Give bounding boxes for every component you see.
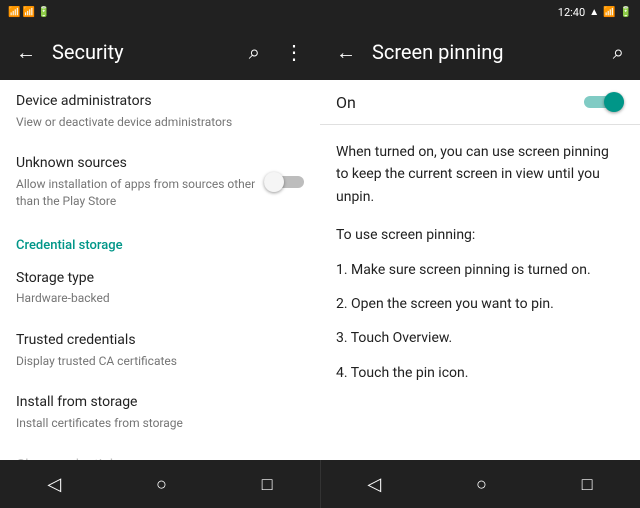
unknown-sources-toggle[interactable] (264, 172, 304, 192)
back-nav-button[interactable]: ◁ (23, 462, 85, 507)
toggle-thumb (604, 92, 624, 112)
trusted-credentials-subtitle: Display trusted CA certificates (16, 353, 304, 370)
storage-type-subtitle: Hardware-backed (16, 290, 304, 307)
back-button[interactable]: ← (8, 32, 44, 73)
screen-pinning-panel: ← Screen pinning ⌕ On When turned on, yo… (320, 24, 640, 460)
screen-pinning-step-1: 1. Make sure screen pinning is turned on… (336, 259, 624, 281)
home-nav-button-right[interactable]: ○ (452, 462, 511, 507)
screen-pinning-steps-label: To use screen pinning: (336, 224, 624, 246)
back-nav-button-right[interactable]: ◁ (343, 462, 405, 507)
status-time: 12:40 (558, 6, 585, 19)
device-administrators-item[interactable]: Device administrators View or deactivate… (0, 80, 320, 142)
storage-type-title: Storage type (16, 269, 304, 289)
signal-icon: 📶 (603, 7, 615, 18)
storage-type-item[interactable]: Storage type Hardware-backed (0, 257, 320, 319)
screen-pinning-back-button[interactable]: ← (328, 32, 364, 73)
screen-pinning-step-3: 3. Touch Overview. (336, 327, 624, 349)
install-from-storage-item[interactable]: Install from storage Install certificate… (0, 381, 320, 443)
screen-pinning-toolbar: ← Screen pinning ⌕ (320, 24, 640, 80)
trusted-credentials-title: Trusted credentials (16, 331, 304, 351)
screen-pinning-toggle-label: On (336, 93, 356, 112)
status-bar-left: 📶 📶 🔋 (0, 0, 320, 24)
home-nav-button[interactable]: ○ (132, 462, 191, 507)
nav-divider (320, 460, 321, 508)
credential-storage-header: Credential storage (0, 222, 320, 257)
credential-storage-label: Credential storage (16, 238, 123, 253)
security-title: Security (52, 40, 233, 64)
unknown-sources-title: Unknown sources (16, 154, 264, 174)
more-button[interactable]: ⋮ (276, 32, 312, 72)
security-toolbar: ← Security ⌕ ⋮ (0, 24, 320, 80)
screen-pinning-search-icon[interactable]: ⌕ (605, 32, 632, 72)
device-administrators-subtitle: View or deactivate device administrators (16, 114, 304, 131)
install-from-storage-title: Install from storage (16, 393, 304, 413)
status-bar-right: 12:40 ▲ 📶 🔋 (320, 0, 640, 24)
search-button[interactable]: ⌕ (241, 32, 268, 72)
recent-nav-button[interactable]: □ (238, 462, 297, 507)
wifi-icon: ▲ (589, 7, 599, 18)
screen-pinning-step-2: 2. Open the screen you want to pin. (336, 293, 624, 315)
bottom-nav: ◁ ○ □ ◁ ○ □ (0, 460, 640, 508)
security-panel: ← Security ⌕ ⋮ Device administrators Vie… (0, 24, 320, 460)
settings-list: Device administrators View or deactivate… (0, 80, 320, 460)
screen-pinning-toggle-row[interactable]: On (320, 80, 640, 125)
battery-icon: 🔋 (620, 7, 632, 18)
screen-pinning-title: Screen pinning (372, 40, 597, 64)
status-icons-left: 📶 📶 🔋 (8, 7, 50, 18)
recent-nav-button-right[interactable]: □ (558, 462, 617, 507)
clear-credentials-item: Clear credentials Remove all certificate… (0, 444, 320, 460)
screen-pinning-toggle[interactable] (584, 92, 624, 112)
screen-pinning-description: When turned on, you can use screen pinni… (320, 125, 640, 460)
device-administrators-title: Device administrators (16, 92, 304, 112)
screen-pinning-step-4: 4. Touch the pin icon. (336, 362, 624, 384)
screen-pinning-intro: When turned on, you can use screen pinni… (336, 141, 624, 208)
unknown-sources-item[interactable]: Unknown sources Allow installation of ap… (0, 142, 320, 221)
unknown-sources-subtitle: Allow installation of apps from sources … (16, 176, 264, 210)
trusted-credentials-item[interactable]: Trusted credentials Display trusted CA c… (0, 319, 320, 381)
install-from-storage-subtitle: Install certificates from storage (16, 415, 304, 432)
